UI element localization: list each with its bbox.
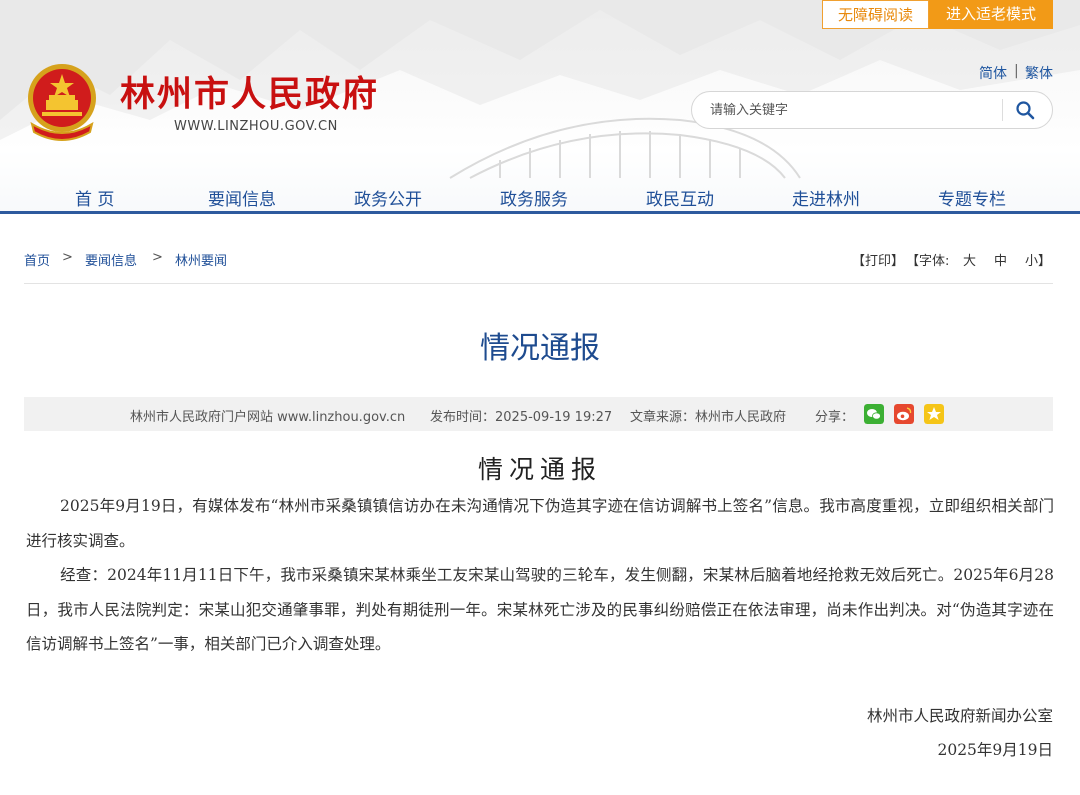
breadcrumb-news[interactable]: 要闻信息: [85, 250, 137, 269]
font-size-label: 【字体:: [906, 254, 950, 269]
meta-publish-time: 发布时间：2025-09-19 19:27: [430, 410, 613, 425]
nav-interaction[interactable]: 政民互动: [646, 185, 714, 210]
nav-home[interactable]: 首 页: [75, 185, 114, 210]
favorite-icon[interactable]: [924, 404, 944, 424]
article-date: 2025年9月19日: [937, 741, 1053, 759]
font-size-large[interactable]: 大: [963, 250, 976, 269]
accessible-reading-button[interactable]: 无障碍阅读: [822, 0, 929, 29]
search-box: [691, 91, 1053, 129]
breadcrumb-separator: >: [62, 250, 73, 265]
nav-services[interactable]: 政务服务: [500, 185, 568, 210]
breadcrumb-divider: [24, 283, 1053, 284]
meta-article-source: 文章来源：林州市人民政府: [630, 410, 787, 425]
font-size-small[interactable]: 小】: [1025, 250, 1051, 269]
meta-share-label: 分享：: [815, 410, 855, 425]
search-button[interactable]: [1010, 96, 1040, 124]
print-button[interactable]: 【打印】: [852, 250, 904, 269]
national-emblem-logo: [28, 64, 96, 141]
breadcrumb-linzhou-news[interactable]: 林州要闻: [175, 250, 227, 269]
article-paragraph-1: 2025年9月19日，有媒体发布“林州市采桑镇镇信访办在未沟通情况下伪造其字迹在…: [26, 489, 1054, 558]
language-separator: |: [1014, 63, 1019, 79]
site-url: WWW.LINZHOU.GOV.CN: [174, 119, 338, 134]
elder-mode-button[interactable]: 进入适老模式: [929, 0, 1053, 29]
nav-gov-affairs[interactable]: 政务公开: [354, 185, 422, 210]
article-signature: 林州市人民政府新闻办公室: [866, 707, 1053, 725]
paragraph-text: 2025年9月19日，有媒体发布“林州市采桑镇镇信访办在未沟通情况下伪造其字迹在…: [26, 497, 1054, 550]
weibo-icon[interactable]: [894, 404, 914, 424]
search-divider: [1002, 99, 1003, 121]
nav-about-linzhou[interactable]: 走进林州: [792, 185, 860, 210]
article-paragraph-2: 经查：2024年11月11日下午，我市采桑镇宋某林乘坐工友宋某山驾驶的三轮车，发…: [26, 558, 1054, 662]
article-heading: 情况通报: [477, 455, 602, 484]
site-header: 无障碍阅读 进入适老模式 林州市人民政府 WWW.LINZHOU.GOV.CN …: [0, 0, 1080, 214]
article-meta-bar: 林州市人民政府门户网站 www.linzhou.gov.cn 发布时间：2025…: [24, 397, 1053, 431]
site-title: 林州市人民政府: [120, 75, 380, 115]
search-icon: [1016, 101, 1035, 120]
article-title: 情况通报: [480, 332, 600, 365]
breadcrumb-home[interactable]: 首页: [24, 250, 50, 269]
breadcrumb-separator: >: [152, 250, 163, 265]
search-input[interactable]: [710, 100, 980, 120]
nav-news[interactable]: 要闻信息: [208, 185, 276, 210]
wechat-icon[interactable]: [864, 404, 884, 424]
traditional-chinese-link[interactable]: 繁体: [1025, 63, 1053, 83]
font-size-medium[interactable]: 中: [994, 250, 1007, 269]
meta-source-site: 林州市人民政府门户网站 www.linzhou.gov.cn: [130, 410, 406, 425]
simplified-chinese-link[interactable]: 简体: [979, 63, 1007, 83]
nav-special-topics[interactable]: 专题专栏: [938, 185, 1006, 210]
paragraph-text: 经查：2024年11月11日下午，我市采桑镇宋某林乘坐工友宋某山驾驶的三轮车，发…: [26, 566, 1054, 653]
header-divider: [0, 211, 1080, 214]
